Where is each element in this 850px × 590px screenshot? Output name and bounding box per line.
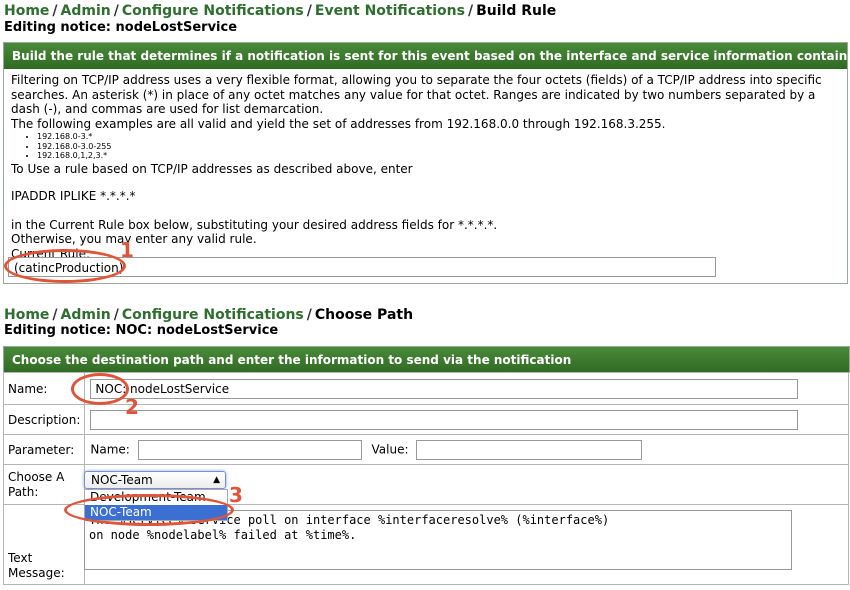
breadcrumb-admin-link[interactable]: Admin (61, 3, 111, 19)
param-value-input[interactable] (416, 439, 643, 460)
breadcrumb-current: Choose Path (314, 307, 414, 323)
annotation-ring-2 (71, 373, 129, 405)
description-input[interactable] (90, 409, 799, 430)
list-item: 192.168.0,1,2,3.* (37, 151, 840, 161)
param-name-label: Name: (90, 442, 130, 456)
breadcrumb-top: Home / Admin / Configure Notifications / Event… (4, 3, 556, 19)
breadcrumb-current: Build Rule (476, 3, 557, 19)
description-label: Description: (2, 404, 86, 435)
breadcrumb-home-link[interactable]: Home (4, 307, 49, 323)
description-cell (84, 404, 849, 435)
parameter-cell: Name: Value: (84, 434, 849, 465)
param-value-label: Value: (371, 442, 409, 456)
breadcrumb-home-link[interactable]: Home (4, 3, 49, 19)
path-select-value: NOC-Team (91, 473, 153, 487)
parameter-label: Parameter: (2, 434, 86, 465)
list-item: 192.168.0-3.* (37, 132, 840, 142)
help-text: in the Current Rule box below, substitut… (11, 217, 498, 232)
path-label-cell: Choose A Path: (2, 464, 86, 505)
help-text: The following examples are all valid and… (11, 116, 666, 131)
text-message-label: Text (8, 551, 33, 565)
page-subtitle: Editing notice: NOC: nodeLostService (4, 323, 279, 338)
example-list: 192.168.0-3.* 192.168.0-3.0-255 192.168.… (37, 132, 840, 161)
annotation-ring-3 (64, 494, 234, 526)
panel-header: Build the rule that determines if a noti… (4, 43, 847, 69)
breadcrumb-separator: / (467, 3, 474, 19)
path-select[interactable]: NOC-Team ▲▼ (84, 471, 226, 502)
annotation-number-2: 2 (125, 395, 139, 419)
breadcrumb-separator: / (52, 307, 58, 323)
panel-header: Choose the destination path and enter th… (4, 347, 849, 373)
annotation-ring-1 (4, 249, 126, 283)
help-text: Filtering on TCP/IP address uses a very … (11, 73, 822, 116)
breadcrumb-bottom: Home / Admin / Configure Notifications / Choos… (4, 307, 413, 323)
path-label: Choose A (8, 469, 65, 484)
breadcrumb-separator: / (306, 3, 312, 19)
panel-body: Filtering on TCP/IP address uses a very … (4, 69, 847, 265)
breadcrumb-separator: / (306, 307, 312, 323)
name-cell: NOC: nodeLostService (84, 372, 849, 405)
path-label: Path: (8, 484, 39, 499)
help-text: To Use a rule based on TCP/IP addresses … (11, 161, 413, 176)
breadcrumb-separator: / (113, 307, 119, 323)
breadcrumb-admin-link[interactable]: Admin (61, 307, 111, 323)
page-subtitle: Editing notice: nodeLostService (4, 20, 238, 35)
breadcrumb-configure-notifications-link[interactable]: Configure Notifications (122, 307, 304, 323)
rule-example: IPADDR IPLIKE *.*.*.* (11, 189, 136, 203)
help-text: Otherwise, you may enter any valid rule. (11, 232, 257, 246)
name-input[interactable]: NOC: nodeLostService (90, 378, 799, 399)
choose-path-panel: Choose the destination path and enter th… (3, 346, 850, 373)
form-row-parameter: Parameter: Name: Value: (2, 434, 849, 465)
param-name-input[interactable] (137, 439, 362, 460)
annotation-number-1: 1 (120, 238, 134, 262)
breadcrumb-configure-notifications-link[interactable]: Configure Notifications (122, 3, 304, 19)
breadcrumb-separator: / (52, 3, 58, 19)
breadcrumb-separator: / (113, 3, 119, 19)
text-message-label: Message: (8, 566, 65, 580)
breadcrumb-event-notifications-link[interactable]: Event Notifications (315, 3, 465, 19)
list-item: 192.168.0-3.0-255 (37, 142, 840, 152)
annotation-number-3: 3 (229, 483, 243, 507)
